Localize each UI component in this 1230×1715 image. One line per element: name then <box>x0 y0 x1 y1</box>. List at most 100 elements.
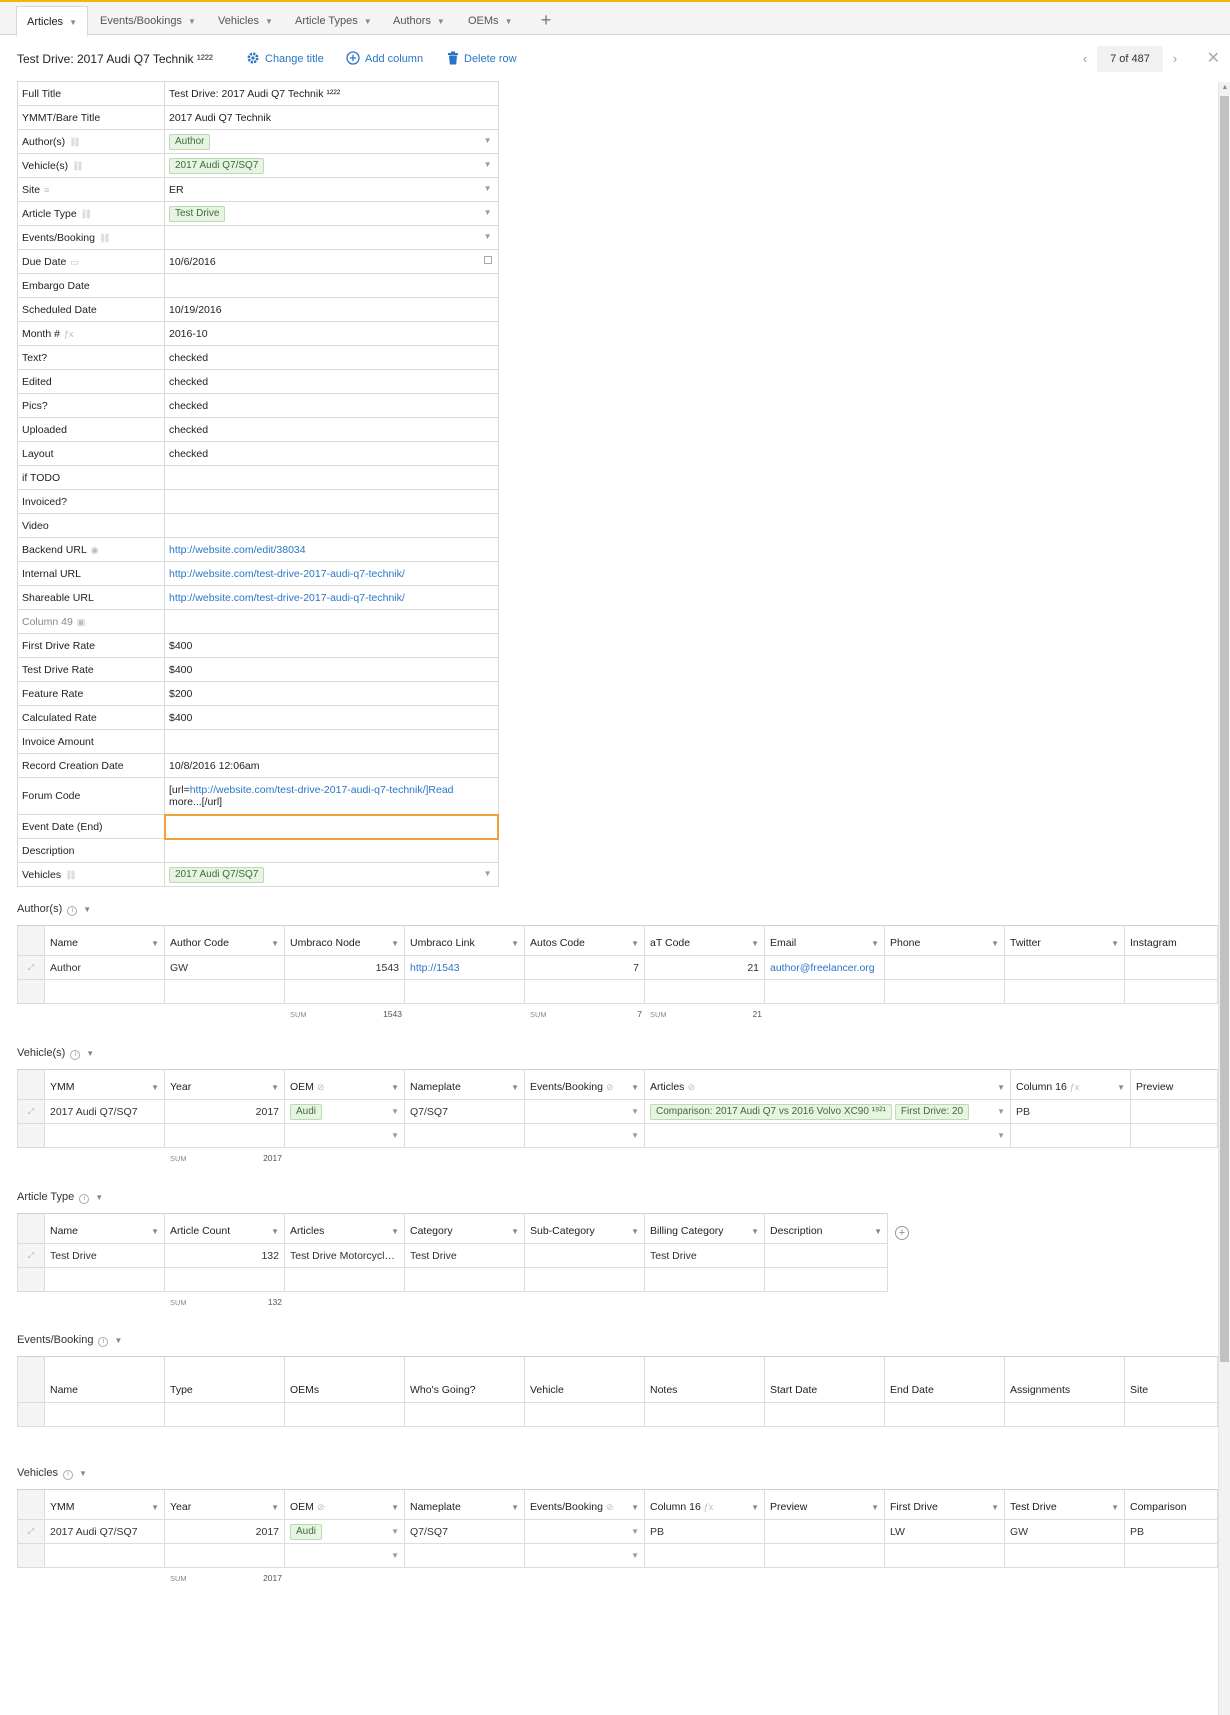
table-cell[interactable]: 2017 Audi Q7/SQ7 <box>44 1099 165 1124</box>
column-header[interactable]: OEM ⊘ ▼ <box>284 1069 405 1100</box>
chevron-down-icon[interactable]: ▼ <box>114 1336 122 1345</box>
tab-article-types[interactable]: Article Types ▼ <box>285 6 382 36</box>
field-value-pics[interactable]: checked <box>164 393 499 418</box>
field-value-text[interactable]: checked <box>164 345 499 370</box>
column-header[interactable]: Type <box>164 1356 285 1403</box>
column-header[interactable]: Nameplate ▼ <box>404 1069 525 1100</box>
column-header[interactable]: Assignments <box>1004 1356 1125 1403</box>
chevron-down-icon[interactable]: ▼ <box>364 7 372 37</box>
column-header[interactable]: Who's Going? <box>404 1356 525 1403</box>
tab-vehicles[interactable]: Vehicles ▼ <box>208 6 283 36</box>
field-value-first-drive-rate[interactable]: $400 <box>164 633 499 658</box>
oem-chip[interactable]: Audi <box>290 1523 323 1540</box>
column-header[interactable]: Year ▼ <box>164 1069 285 1100</box>
table-row[interactable]: ⤢ 2017 Audi Q7/SQ7 2017 Audi ▼ Q7/SQ7 ▼ C… <box>17 1099 1218 1124</box>
article-chip[interactable]: Comparison: 2017 Audi Q7 vs 2016 Volvo X… <box>650 1103 892 1120</box>
empty-row[interactable]: ▼ ▼ <box>17 1543 1218 1568</box>
table-cell[interactable]: Test Drive <box>404 1243 525 1268</box>
table-cell[interactable]: 132 <box>164 1243 285 1268</box>
table-cell[interactable] <box>764 1243 888 1268</box>
column-header[interactable]: Articles ⊘ ▼ <box>644 1069 1011 1100</box>
empty-row[interactable] <box>17 979 1218 1004</box>
expand-row-icon[interactable]: ⤢ <box>17 955 45 980</box>
field-value-uploaded[interactable]: checked <box>164 417 499 442</box>
chevron-down-icon[interactable]: ▼ <box>484 136 492 145</box>
add-column-button[interactable]: Add column <box>346 51 423 65</box>
column-header[interactable]: End Date <box>884 1356 1005 1403</box>
column-header[interactable]: Column 16 ƒx ▼ <box>644 1489 765 1520</box>
column-header[interactable]: Description ▼ <box>764 1213 888 1244</box>
tab-articles[interactable]: Articles ▼ <box>16 6 88 36</box>
chevron-down-icon[interactable]: ▼ <box>95 1193 103 1202</box>
column-header[interactable]: OEMs <box>284 1356 405 1403</box>
table-cell[interactable]: Test Drive <box>44 1243 165 1268</box>
table-cell[interactable] <box>524 1243 645 1268</box>
table-cell[interactable]: Audi ▼ <box>284 1519 405 1544</box>
table-cell[interactable]: Author <box>44 955 165 980</box>
table-cell[interactable]: Comparison: 2017 Audi Q7 vs 2016 Volvo X… <box>644 1099 1011 1124</box>
field-value-scheduled-date[interactable]: 10/19/2016 <box>164 297 499 322</box>
table-cell[interactable] <box>1130 1099 1218 1124</box>
oem-chip[interactable]: Audi <box>290 1103 323 1120</box>
table-cell[interactable]: 2017 Audi Q7/SQ7 <box>44 1519 165 1544</box>
add-column-icon[interactable]: + <box>895 1226 909 1240</box>
column-header[interactable]: Category ▼ <box>404 1213 525 1244</box>
table-cell[interactable]: Q7/SQ7 <box>404 1099 525 1124</box>
expand-row-icon[interactable]: ⤢ <box>17 1099 45 1124</box>
table-cell[interactable]: Audi ▼ <box>284 1099 405 1124</box>
chevron-down-icon[interactable]: ▼ <box>188 7 196 37</box>
expand-row-icon[interactable]: ⤢ <box>17 1243 45 1268</box>
field-value-calculated-rate[interactable]: $400 <box>164 705 499 730</box>
table-cell[interactable]: PB <box>1124 1519 1218 1544</box>
field-value-description[interactable] <box>164 838 499 863</box>
table-cell[interactable]: 7 <box>524 955 645 980</box>
chevron-down-icon[interactable]: ▼ <box>484 869 492 878</box>
column-header[interactable]: Comparison <box>1124 1489 1218 1520</box>
field-value-backend-url[interactable]: http://website.com/edit/38034 <box>164 537 499 562</box>
prev-record-button[interactable]: ‹ <box>1076 46 1094 72</box>
empty-row[interactable] <box>17 1402 1218 1427</box>
column-header[interactable]: Sub-Category ▼ <box>524 1213 645 1244</box>
table-cell[interactable]: 2017 <box>164 1519 285 1544</box>
table-cell[interactable]: 1543 <box>284 955 405 980</box>
add-tab-button[interactable]: + <box>536 6 556 34</box>
column-header[interactable]: OEM ⊘ ▼ <box>284 1489 405 1520</box>
authors-section-title[interactable]: Author(s) i ▼ <box>17 903 91 916</box>
info-icon[interactable]: i <box>70 1050 81 1060</box>
column-header[interactable]: aT Code ▼ <box>644 925 765 956</box>
chevron-down-icon[interactable]: ▼ <box>265 7 273 37</box>
vertical-scrollbar[interactable]: ▲ <box>1218 82 1230 1715</box>
field-value-edited[interactable]: checked <box>164 369 499 394</box>
table-cell[interactable] <box>884 955 1005 980</box>
column-header[interactable]: Nameplate ▼ <box>404 1489 525 1520</box>
field-value-event-date-end[interactable] <box>163 813 499 840</box>
table-row[interactable]: ⤢ Test Drive 132 Test Drive Motorcycl… T… <box>17 1243 888 1268</box>
column-header[interactable]: First Drive ▼ <box>884 1489 1005 1520</box>
table-row[interactable]: ⤢ 2017 Audi Q7/SQ7 2017 Audi ▼ Q7/SQ7 ▼ P… <box>17 1519 1218 1544</box>
column-header[interactable]: Preview <box>1130 1069 1218 1100</box>
column-header[interactable]: Site <box>1124 1356 1218 1403</box>
field-value-video[interactable] <box>164 513 499 538</box>
column-header[interactable]: YMM ▼ <box>44 1489 165 1520</box>
info-icon[interactable]: i <box>98 1337 109 1347</box>
chevron-down-icon[interactable]: ▼ <box>69 8 77 38</box>
field-value-events-booking[interactable]: ▼ <box>164 225 499 250</box>
field-value-ymmt-bare-title[interactable]: 2017 Audi Q7 Technik <box>164 105 499 130</box>
chevron-down-icon[interactable]: ▼ <box>484 208 492 217</box>
vehicles2-section-title[interactable]: Vehicles i ▼ <box>17 1467 87 1480</box>
change-title-button[interactable]: Change title <box>246 51 324 65</box>
column-header[interactable]: YMM ▼ <box>44 1069 165 1100</box>
table-cell[interactable]: LW <box>884 1519 1005 1544</box>
field-value-vehicles[interactable]: 2017 Audi Q7/SQ7 ▼ <box>164 862 499 887</box>
empty-row[interactable]: ▼ ▼ ▼ <box>17 1123 1218 1148</box>
column-header[interactable]: Billing Category ▼ <box>644 1213 765 1244</box>
value-chip[interactable]: Test Drive <box>169 205 226 222</box>
field-value-invoice-amount[interactable] <box>164 729 499 754</box>
info-icon[interactable]: i <box>67 906 78 916</box>
field-value-feature-rate[interactable]: $200 <box>164 681 499 706</box>
table-cell[interactable]: GW <box>1004 1519 1125 1544</box>
close-button[interactable]: ✕ <box>1207 48 1220 68</box>
column-header[interactable]: Autos Code ▼ <box>524 925 645 956</box>
column-header[interactable]: Article Count ▼ <box>164 1213 285 1244</box>
column-header[interactable]: Twitter ▼ <box>1004 925 1125 956</box>
